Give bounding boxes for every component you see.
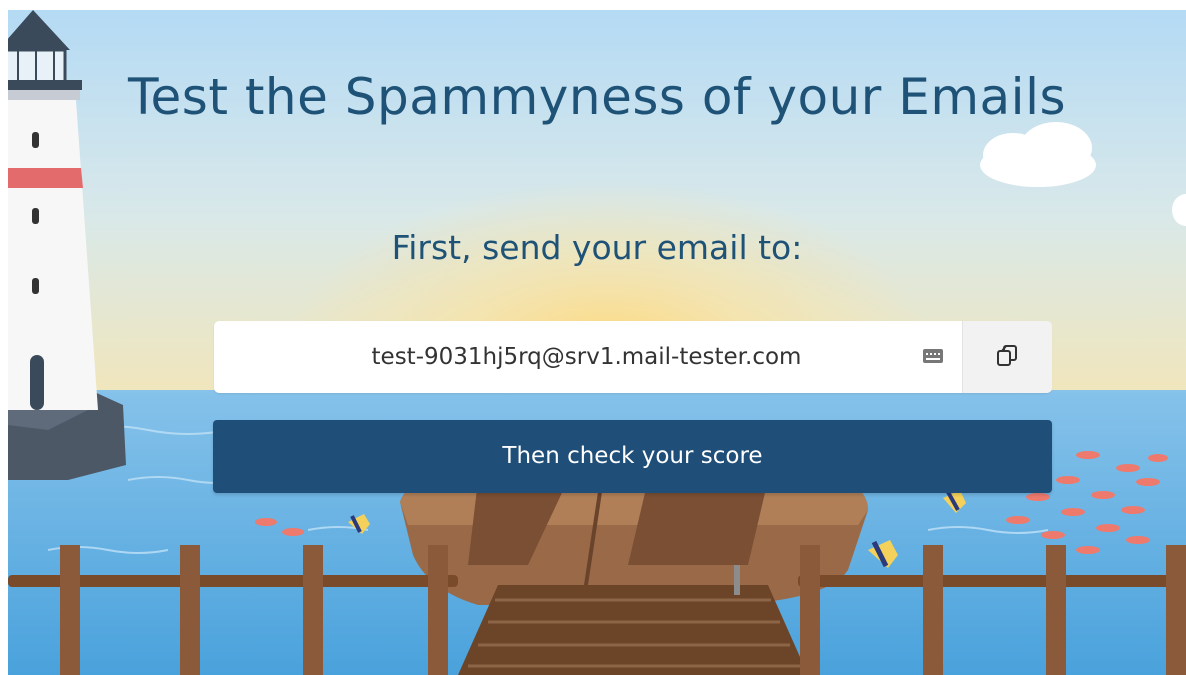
page-title: Test the Spammyness of your Emails [127, 68, 1067, 126]
email-address-field[interactable]: test-9031hj5rq@srv1.mail-tester.com [214, 321, 1052, 393]
check-score-button[interactable]: Then check your score [213, 420, 1052, 493]
copy-email-button[interactable] [962, 321, 1052, 393]
send-instruction: First, send your email to: [391, 228, 803, 267]
keyboard-icon[interactable] [922, 345, 944, 367]
email-address-text[interactable]: test-9031hj5rq@srv1.mail-tester.com [214, 321, 959, 393]
copy-icon [997, 345, 1017, 366]
page-background-scene: Test the Spammyness of your Emails First… [8, 10, 1186, 675]
